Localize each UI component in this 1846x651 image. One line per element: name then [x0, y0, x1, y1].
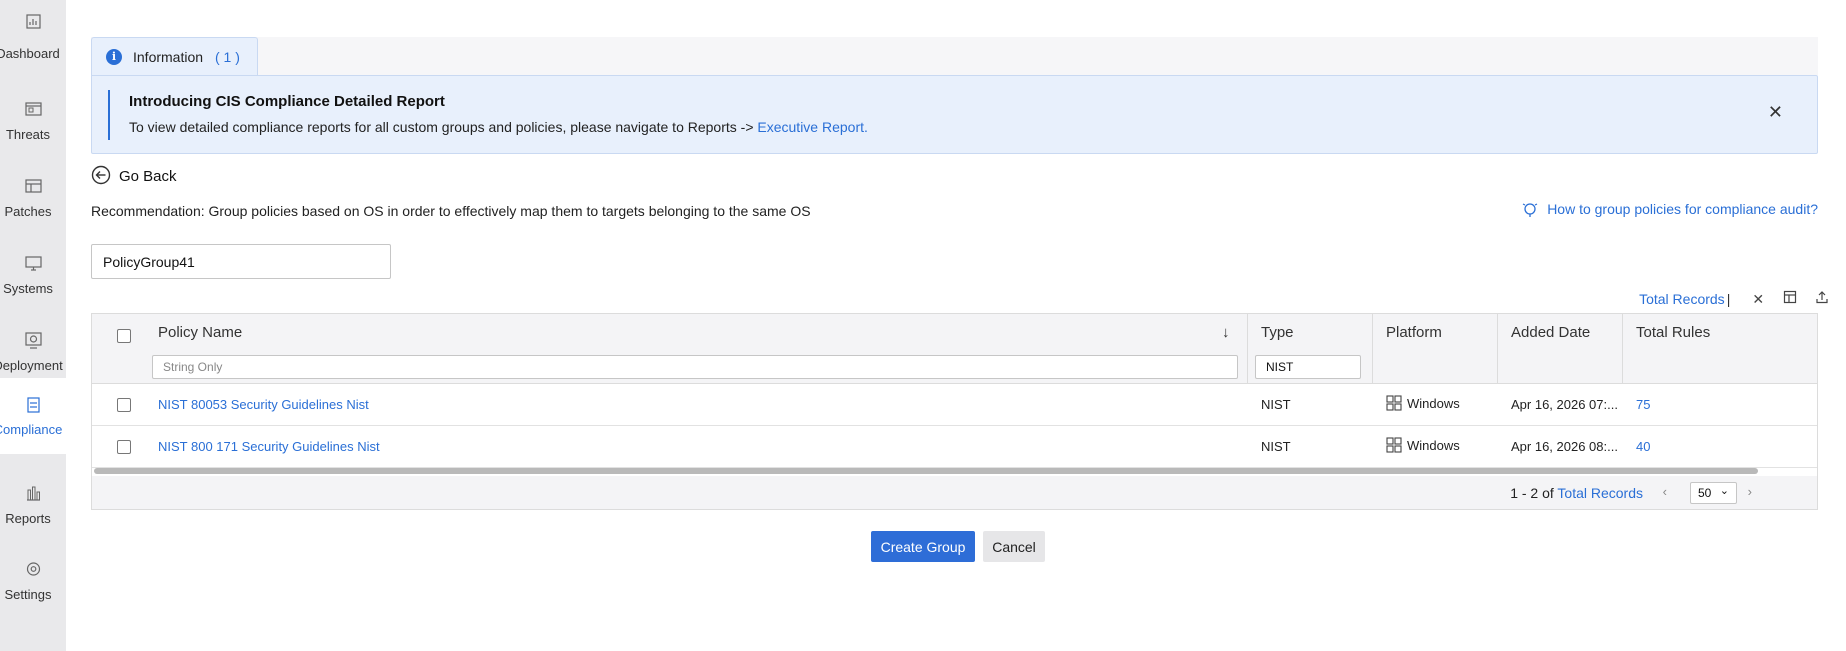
policy-name-link[interactable]: NIST 80053 Security Guidelines Nist [158, 397, 369, 412]
row-checkbox[interactable] [117, 398, 131, 412]
howto-link[interactable]: How to group policies for compliance aud… [1521, 201, 1818, 219]
sidebar-label: Settings [4, 587, 52, 602]
table-footer: 1 - 2 of Total Records ‹ 50 ⌄ › [92, 476, 1817, 509]
dashboard-icon [26, 14, 41, 29]
table-row[interactable]: NIST 80053 Security Guidelines Nist NIST… [92, 384, 1817, 426]
table-row[interactable]: NIST 800 171 Security Guidelines Nist NI… [92, 426, 1817, 468]
column-divider [1247, 314, 1248, 384]
close-icon[interactable]: ✕ [1768, 102, 1783, 123]
column-divider [1497, 314, 1498, 384]
sidebar-item-threats[interactable]: Threats [0, 85, 66, 161]
windows-icon [1386, 395, 1402, 411]
banner-title: Introducing CIS Compliance Detailed Repo… [129, 93, 445, 110]
create-group-button[interactable]: Create Group [871, 531, 975, 562]
policy-platform: Windows [1386, 437, 1460, 453]
sidebar-label: Compliance [0, 422, 63, 437]
policy-type: NIST [1261, 439, 1291, 454]
column-header-policy-name[interactable]: Policy Name [158, 324, 242, 341]
table-toolbar: Total Records | ✕ [1639, 290, 1830, 310]
column-header-platform[interactable]: Platform [1386, 324, 1442, 341]
sidebar-item-reports[interactable]: Reports [0, 469, 66, 545]
table-header: Policy Name ↓ Type Platform Added Date T… [92, 314, 1817, 384]
sidebar-label: Reports [5, 511, 51, 526]
clear-filter-icon[interactable]: ✕ [1750, 291, 1766, 308]
row-checkbox[interactable] [117, 440, 131, 454]
policy-type: NIST [1261, 397, 1291, 412]
back-arrow-icon [91, 165, 111, 185]
patches-icon [25, 179, 42, 193]
select-all-checkbox[interactable] [117, 329, 131, 343]
total-rules-link[interactable]: 75 [1636, 397, 1650, 412]
settings-icon [26, 562, 41, 576]
column-chooser-icon[interactable] [1782, 290, 1798, 307]
policy-table: Policy Name ↓ Type Platform Added Date T… [91, 313, 1818, 510]
banner-text-body: To view detailed compliance reports for … [129, 119, 758, 135]
info-banner: Introducing CIS Compliance Detailed Repo… [91, 75, 1818, 154]
export-icon[interactable] [1814, 290, 1830, 307]
sidebar-label: Systems [3, 281, 53, 296]
go-back-label: Go Back [119, 168, 177, 185]
policy-platform: Windows [1386, 395, 1460, 411]
pagination-range: 1 - 2 of [1510, 485, 1558, 501]
cancel-button[interactable]: Cancel [983, 531, 1045, 562]
policy-name-link[interactable]: NIST 800 171 Security Guidelines Nist [158, 439, 380, 454]
policy-added-date: Apr 16, 2026 08:... [1511, 439, 1618, 454]
info-icon: i [106, 49, 122, 65]
group-name-input[interactable] [91, 244, 391, 279]
sidebar-item-settings[interactable]: Settings [0, 545, 66, 621]
policy-added-date: Apr 16, 2026 07:... [1511, 397, 1618, 412]
sidebar-label: Dashboard [0, 46, 60, 61]
info-tab-strip [91, 37, 1818, 75]
banner-text: To view detailed compliance reports for … [129, 119, 868, 135]
deployment-icon [25, 332, 42, 349]
toolbar-separator: | [1726, 291, 1731, 307]
column-header-total-rules[interactable]: Total Rules [1636, 324, 1710, 341]
tab-information[interactable]: i Information ( 1 ) [91, 37, 258, 76]
compliance-icon [27, 397, 40, 413]
sidebar: Dashboard Threats Patches Systems Deploy… [0, 0, 66, 651]
sidebar-label: Patches [4, 204, 52, 219]
sidebar-item-compliance[interactable]: Compliance [0, 378, 66, 454]
bulb-gear-icon [1522, 203, 1538, 218]
column-divider [1372, 314, 1373, 384]
tab-information-label: Information [133, 49, 204, 65]
pagination-summary: 1 - 2 of Total Records [1510, 485, 1643, 501]
threats-icon [25, 102, 42, 116]
column-header-type[interactable]: Type [1261, 324, 1294, 341]
type-filter-input[interactable] [1255, 355, 1361, 379]
banner-accent-bar [108, 90, 110, 140]
platform-label: Windows [1407, 396, 1460, 411]
reports-icon [27, 486, 40, 501]
prev-page-icon[interactable]: ‹ [1663, 484, 1667, 499]
recommendation-text: Recommendation: Group policies based on … [91, 203, 811, 219]
windows-icon [1386, 437, 1402, 453]
executive-report-link[interactable]: Executive Report. [757, 119, 868, 135]
sidebar-label: Deployment [0, 358, 63, 373]
policy-name-filter-input[interactable] [152, 355, 1238, 379]
total-records-link[interactable]: Total Records [1639, 291, 1725, 307]
pagination-total-records-link[interactable]: Total Records [1557, 485, 1643, 501]
sidebar-item-systems[interactable]: Systems [0, 239, 66, 315]
sidebar-label: Threats [5, 127, 51, 142]
column-header-added-date[interactable]: Added Date [1511, 324, 1590, 341]
sidebar-item-dashboard[interactable]: Dashboard [0, 0, 66, 76]
sort-arrow-down-icon[interactable]: ↓ [1222, 324, 1230, 341]
column-divider [1622, 314, 1623, 384]
total-rules-link[interactable]: 40 [1636, 439, 1650, 454]
chevron-down-icon: ⌄ [1719, 485, 1729, 497]
howto-link-label: How to group policies for compliance aud… [1547, 201, 1818, 217]
page-size-value: 50 [1698, 486, 1712, 500]
page-size-select[interactable]: 50 ⌄ [1690, 482, 1737, 504]
sidebar-item-patches[interactable]: Patches [0, 162, 66, 238]
platform-label: Windows [1407, 438, 1460, 453]
next-page-icon[interactable]: › [1748, 484, 1752, 499]
systems-icon [25, 256, 42, 271]
tab-information-count: ( 1 ) [215, 49, 240, 65]
horizontal-scrollbar[interactable] [94, 468, 1758, 474]
